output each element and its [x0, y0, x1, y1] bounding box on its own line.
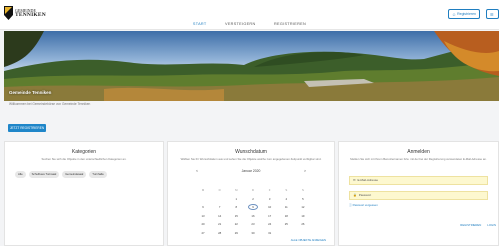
categories-title: Kategorien [71, 149, 97, 155]
calendar-day[interactable]: 23 [248, 222, 258, 226]
chip-turnhalle[interactable]: Turnhalle [89, 170, 107, 178]
dow: S [285, 188, 288, 193]
calendar-day[interactable]: 18 [281, 214, 291, 218]
calendar-prev-button[interactable]: < [196, 169, 198, 173]
envelope-icon: ✉ [353, 178, 356, 183]
calendar-day[interactable]: 28 [215, 231, 225, 235]
nav-start[interactable]: START [193, 22, 207, 26]
email-placeholder: E-Mail-Adresse [357, 178, 379, 183]
calendar-day[interactable]: 25 [281, 222, 291, 226]
calendar-day[interactable]: 7 [215, 205, 225, 209]
hero-subtitle: Willkommen bei Gemeindebörse von Gemeind… [9, 102, 91, 106]
cta-register-button[interactable]: JETZT REGISTRIEREN [8, 124, 46, 132]
hero-title: Gemeinde Tenniken [9, 90, 52, 95]
calendar-card: Wunschdatum Wählen Sie Ihr Wunschdatum a… [167, 141, 335, 246]
chip-gemeindesaal[interactable]: Gemeindesaal [62, 170, 87, 178]
calendar-day[interactable]: 29 [231, 231, 241, 235]
login-card: Anmelden Melden Sie sich mit Ihrem Benut… [338, 141, 499, 246]
top-bar: GEMEINDE TENNIKEN START VERSTEIGERN REGI… [0, 0, 499, 30]
calendar-day[interactable]: 14 [215, 214, 225, 218]
calendar-day[interactable]: 12 [298, 205, 308, 209]
calendar-day[interactable]: 17 [265, 214, 275, 218]
calendar-day-today[interactable]: 9 [247, 204, 258, 211]
calendar-grid: M D M D F S S 1 2 3 4 5 6 7 8 9 10 11 12… [168, 186, 338, 237]
calendar-week: 6 7 8 9 10 11 12 [198, 203, 308, 212]
dow: S [302, 188, 304, 193]
calendar-week: 20 21 22 23 24 25 26 [198, 220, 308, 229]
menu-icon: ☰ [490, 11, 494, 17]
login-title: Anmelden [407, 149, 430, 155]
login-button[interactable]: ☰ [486, 9, 499, 19]
calendar-dow-row: M D M D F S S [198, 186, 308, 195]
calendar-month: Januar 2020 [241, 168, 261, 173]
password-field[interactable]: 🔒 Passwort [349, 190, 488, 200]
calendar-day[interactable]: 4 [281, 197, 291, 201]
show-all-objects-link[interactable]: ALLE OBJEKTE ANZEIGEN [291, 238, 326, 242]
email-field[interactable]: ✉ E-Mail-Adresse [349, 175, 488, 185]
categories-text: Suchen Sie sich die Objekte in den unter… [41, 157, 127, 161]
register-button-label: Registrieren [457, 12, 476, 16]
lock-icon: 🔒 [353, 193, 357, 198]
register-button[interactable]: ☺ Registrieren [448, 9, 480, 19]
calendar-day[interactable]: 20 [198, 222, 208, 226]
calendar-day[interactable]: 13 [198, 214, 208, 218]
hero-image: Gemeinde Tenniken [4, 31, 499, 101]
calendar-day[interactable]: 31 [265, 231, 275, 235]
categories-card: Kategorien Suchen Sie sich die Objekte i… [4, 141, 164, 246]
nav-versteigern[interactable]: VERSTEIGERN [225, 22, 256, 26]
calendar-text: Wählen Sie Ihr Wunschdatum aus und sehen… [180, 157, 322, 161]
login-submit-button[interactable]: LOGIN [487, 223, 496, 227]
forgot-password-label: Passwort vergessen [352, 202, 378, 207]
dow: M [201, 188, 205, 193]
calendar-day[interactable]: 2 [248, 197, 258, 201]
login-text: Melden Sie sich mit Ihrem Benutzernamen … [350, 157, 487, 161]
main-nav: START VERSTEIGERN REGISTRIEREN [0, 12, 499, 30]
category-chips: Alle Schulhaus Turnsaal Gemeindesaal Tur… [15, 170, 163, 178]
calendar-day[interactable]: 26 [298, 222, 308, 226]
login-register-button[interactable]: REGISTRIEREN [460, 223, 481, 227]
calendar-day[interactable]: 16 [248, 214, 258, 218]
dow: F [268, 188, 271, 193]
calendar-day[interactable]: 24 [265, 222, 275, 226]
chip-schulhaus[interactable]: Schulhaus Turnsaal [28, 170, 60, 178]
calendar-title: Wunschdatum [235, 149, 267, 155]
calendar-day[interactable]: 3 [265, 197, 275, 201]
calendar-week: 1 2 3 4 5 [198, 195, 308, 204]
calendar-week: 27 28 29 30 31 [198, 229, 308, 238]
user-icon: ☺ [452, 11, 457, 17]
calendar-day[interactable]: 22 [231, 222, 241, 226]
forgot-password-link[interactable]: ⓘ Passwort vergessen [349, 203, 498, 207]
calendar-day[interactable]: 1 [231, 197, 241, 201]
calendar-day[interactable]: 15 [231, 214, 241, 218]
calendar-day[interactable]: 5 [298, 197, 308, 201]
calendar-day[interactable]: 11 [281, 205, 291, 209]
calendar-day[interactable]: 8 [231, 205, 241, 209]
dow: D [251, 188, 254, 193]
info-icon: ⓘ [349, 202, 352, 207]
dow: M [235, 188, 238, 193]
calendar-week: 13 14 15 16 17 18 19 [198, 212, 308, 221]
nav-registrieren[interactable]: REGISTRIEREN [274, 22, 306, 26]
landscape-illustration [4, 31, 499, 101]
calendar-day[interactable]: 10 [265, 205, 275, 209]
dow: D [218, 188, 221, 193]
chip-alle[interactable]: Alle [15, 170, 26, 178]
calendar-day[interactable]: 6 [198, 205, 208, 209]
calendar-next-button[interactable]: > [304, 169, 306, 173]
calendar-day[interactable]: 19 [298, 214, 308, 218]
calendar-day[interactable]: 30 [248, 231, 258, 235]
password-placeholder: Passwort [358, 193, 372, 198]
calendar-day[interactable]: 21 [215, 222, 225, 226]
calendar-day[interactable]: 27 [198, 231, 208, 235]
